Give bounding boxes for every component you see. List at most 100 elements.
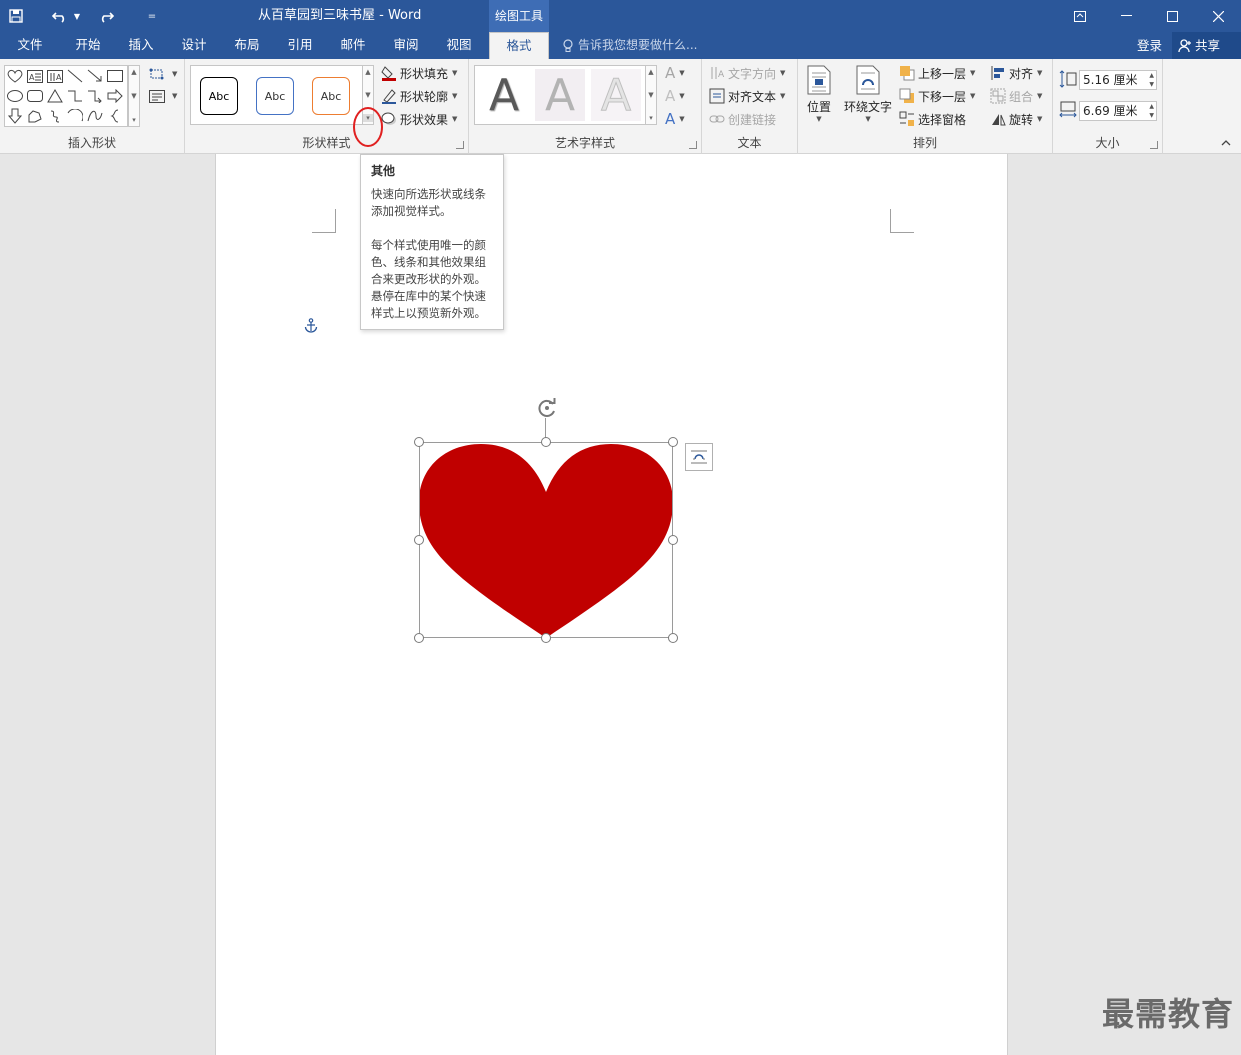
text-group-label: 文本 [737,136,762,150]
shape-style-gallery[interactable]: Abc Abc Abc [190,65,363,125]
align-objects-button[interactable]: 对齐 ▼ [989,63,1042,83]
tab-references[interactable]: 引用 [278,32,322,59]
collapse-ribbon-icon[interactable] [1221,138,1231,149]
resize-handle-bottom-left[interactable] [414,633,424,643]
freeform-shape-icon[interactable] [25,106,45,126]
align-text-button[interactable]: 对齐文本 ▼ [708,86,785,106]
ribbon-display-options-icon[interactable] [1057,0,1103,32]
heart-shape-icon[interactable] [5,66,25,86]
tab-mailings[interactable]: 邮件 [331,32,375,59]
chevron-up-icon[interactable]: ▲ [648,68,653,76]
oval-shape-icon[interactable] [5,86,25,106]
curve-shape-icon[interactable] [85,106,105,126]
wordart-gray[interactable]: A [535,69,585,121]
shape-fill-button[interactable]: 形状填充 ▼ [380,63,457,83]
brace-shape-icon[interactable] [105,106,125,126]
selection-pane-button[interactable]: 选择窗格 [898,109,966,129]
send-backward-button[interactable]: 下移一层 ▼ [898,86,975,106]
undo-icon [52,12,65,23]
shapes-gallery-scroll[interactable]: ▲ ▼ ▾ [128,65,140,127]
text-outline-button[interactable]: A ▼ [665,86,685,106]
vertical-text-box-icon[interactable]: A [45,66,65,86]
maximize-icon[interactable] [1149,0,1195,32]
arrow-line-icon[interactable] [85,66,105,86]
shapes-gallery[interactable]: A A [4,65,128,127]
tab-layout[interactable]: 布局 [225,32,269,59]
resize-handle-top-right[interactable] [668,437,678,447]
tab-home[interactable]: 开始 [66,32,110,59]
chevron-up-icon[interactable]: ▲ [131,68,136,76]
wordart-gallery[interactable]: A A A [474,65,646,125]
wordart-light[interactable]: A [591,69,641,121]
more-wordart-icon[interactable]: ▾ [649,114,653,122]
minimize-icon[interactable] [1103,0,1149,32]
arc-shape-icon[interactable] [65,106,85,126]
height-spinner-icon[interactable]: ▲ ▼ [1149,71,1154,89]
rounded-rectangle-icon[interactable] [25,86,45,106]
elbow-arrow-connector-icon[interactable] [85,86,105,106]
tab-file[interactable]: 文件 [8,32,52,59]
tab-format[interactable]: 格式 [489,32,549,59]
down-arrow-shape-icon[interactable] [5,106,25,126]
create-link-button[interactable]: 创建链接 [708,109,776,129]
line-shape-icon[interactable] [65,66,85,86]
text-effects-button[interactable]: A ▼ [665,109,685,129]
wordart-gallery-scroll[interactable]: ▲ ▼ ▾ [645,65,657,125]
save-button[interactable] [0,0,32,32]
more-expand-icon[interactable]: ▾ [132,116,136,124]
undo-dropdown-icon[interactable]: ▼ [70,0,84,32]
customize-qat-icon[interactable]: = [136,0,168,32]
redo-button[interactable] [90,0,122,32]
text-box-icon[interactable]: A [25,66,45,86]
shape-effects-button[interactable]: 形状效果 ▼ [380,109,457,129]
bring-forward-button[interactable]: 上移一层 ▼ [898,63,975,83]
shape-height-input[interactable]: 5.16 厘米 ▲ ▼ [1079,70,1157,90]
chevron-up-icon[interactable]: ▲ [365,68,370,76]
triangle-shape-icon[interactable] [45,86,65,106]
style-sample-black[interactable]: Abc [200,77,238,115]
edit-shape-button[interactable]: ▼ [148,64,177,84]
tab-design[interactable]: 设计 [172,32,216,59]
width-spinner-icon[interactable]: ▲ ▼ [1149,102,1154,120]
shape-outline-button[interactable]: 形状轮廓 ▼ [380,86,457,106]
wrap-text-button[interactable]: 环绕文字 ▼ [844,65,892,123]
resize-handle-top-left[interactable] [414,437,424,447]
size-launcher-icon[interactable] [1150,141,1158,149]
rotate-button[interactable]: 旋转 ▼ [989,109,1042,129]
tab-review[interactable]: 审阅 [384,32,428,59]
selected-heart-shape[interactable] [414,398,678,643]
tab-view[interactable]: 视图 [437,32,481,59]
document-page[interactable] [215,154,1008,1055]
elbow-connector-icon[interactable] [65,86,85,106]
resize-handle-bottom[interactable] [541,633,551,643]
sign-in-link[interactable]: 登录 [1137,32,1162,59]
scribble-shape-icon[interactable] [45,106,65,126]
style-sample-orange[interactable]: Abc [312,77,350,115]
text-direction-button[interactable]: A 文字方向 ▼ [708,63,785,83]
chevron-down-icon[interactable]: ▼ [131,92,136,100]
style-sample-blue[interactable]: Abc [256,77,294,115]
shape-width-input[interactable]: 6.69 厘米 ▲ ▼ [1079,101,1157,121]
right-arrow-shape-icon[interactable] [105,86,125,106]
lightbulb-icon [563,38,573,52]
shape-styles-launcher-icon[interactable] [456,141,464,149]
layout-options-button[interactable] [685,443,713,471]
draw-text-box-button[interactable]: ▼ [148,86,177,106]
tell-me-search[interactable]: 告诉我您想要做什么... [562,32,697,59]
text-fill-button[interactable]: A ▼ [665,63,685,83]
resize-handle-right[interactable] [668,535,678,545]
wordart-styles-launcher-icon[interactable] [689,141,697,149]
position-button[interactable]: 位置 ▼ [806,65,832,123]
chevron-down-icon[interactable]: ▼ [365,91,370,99]
resize-handle-bottom-right[interactable] [668,633,678,643]
resize-handle-left[interactable] [414,535,424,545]
wordart-dark[interactable]: A [479,69,529,121]
rectangle-shape-icon[interactable] [105,66,125,86]
group-objects-button[interactable]: 组合 ▼ [989,86,1042,106]
resize-handle-top[interactable] [541,437,551,447]
chevron-down-icon[interactable]: ▼ [648,91,653,99]
rotate-handle-icon[interactable] [536,397,558,419]
close-icon[interactable] [1195,0,1241,32]
tab-insert[interactable]: 插入 [119,32,163,59]
share-button[interactable]: 共享 [1172,32,1241,59]
